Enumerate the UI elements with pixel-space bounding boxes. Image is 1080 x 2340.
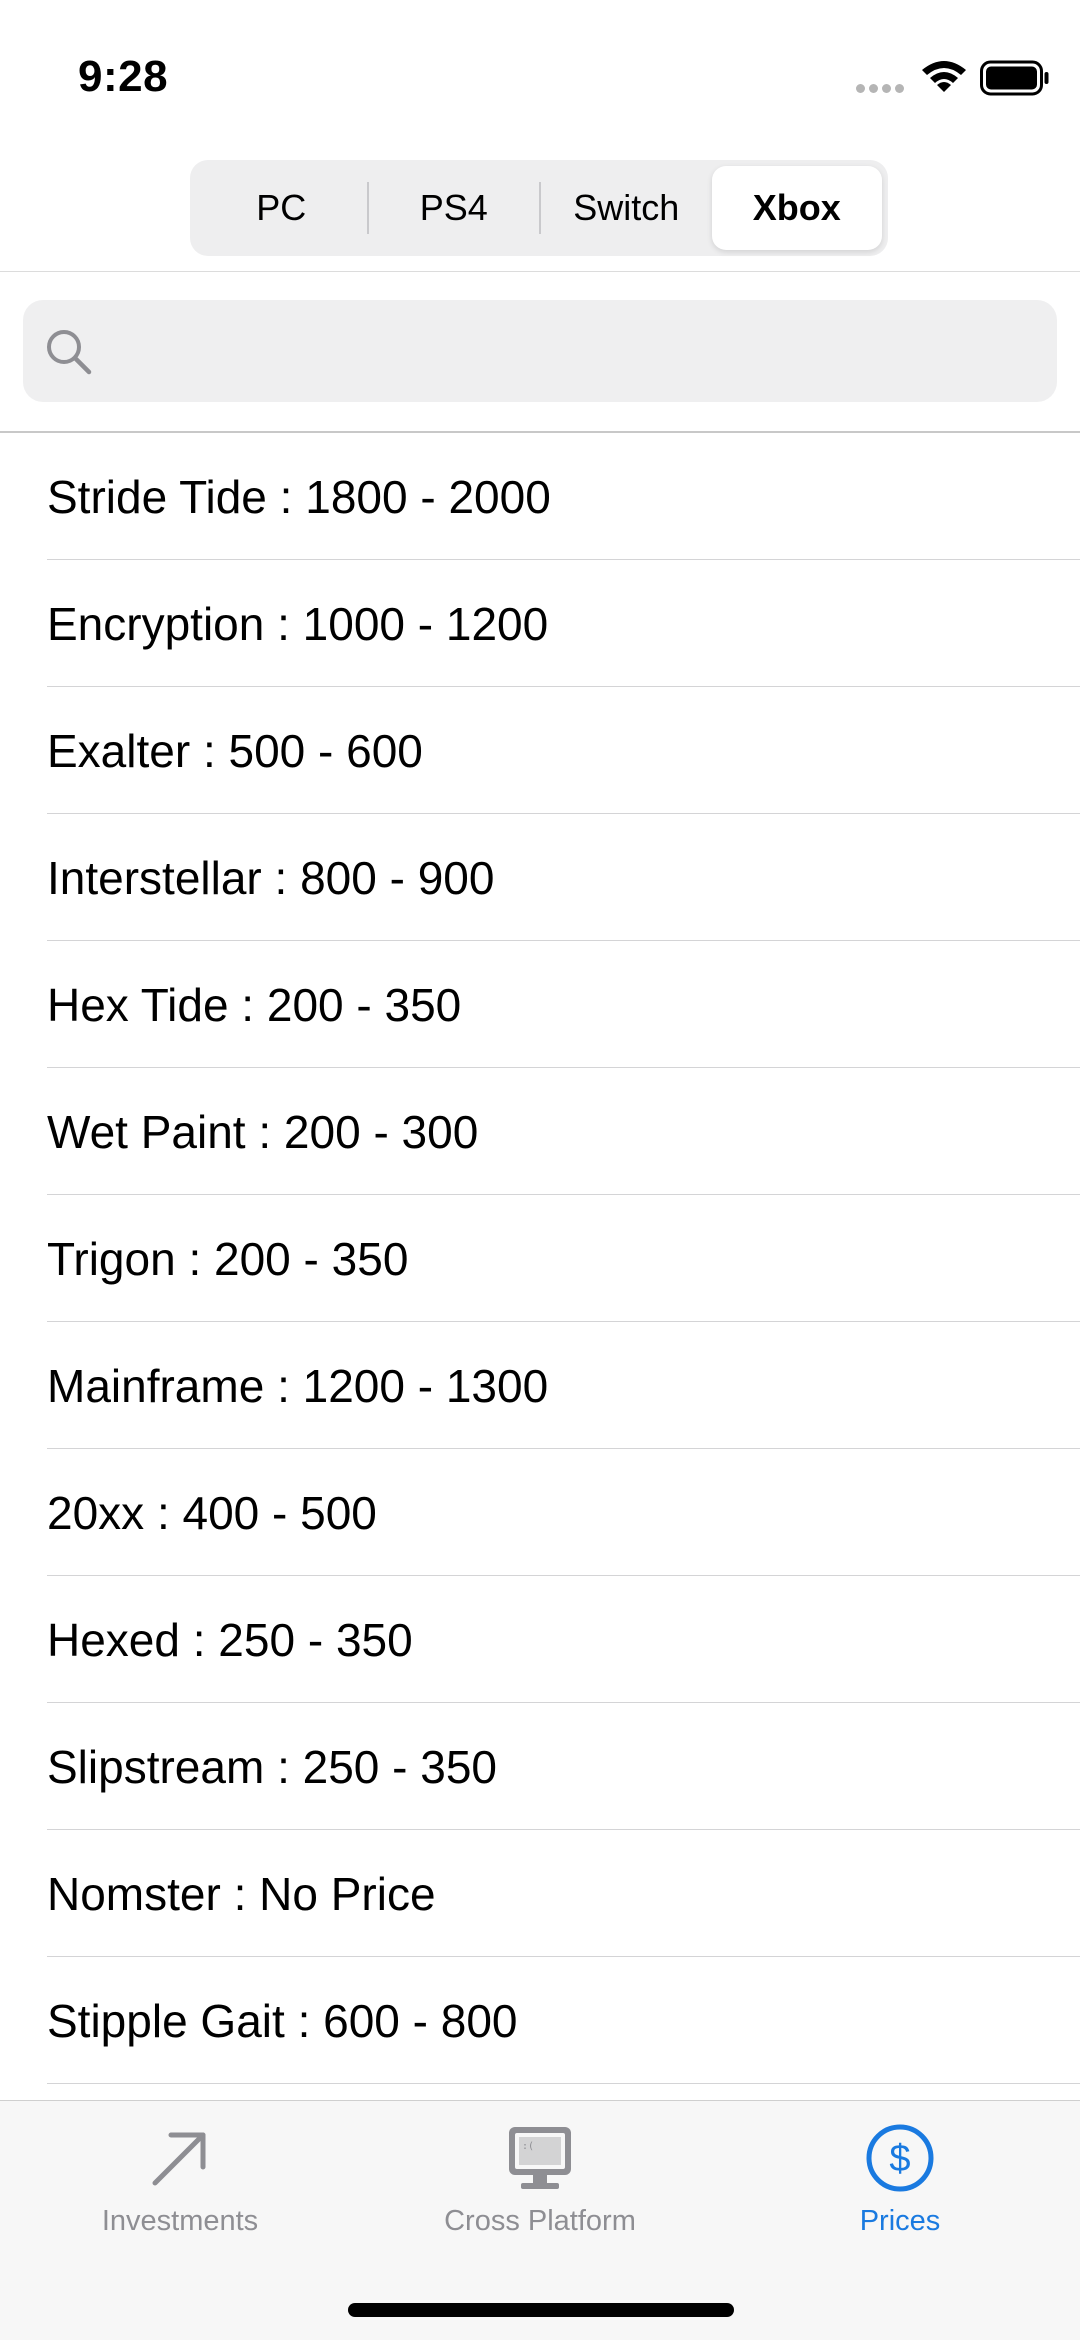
list-item[interactable]: 20xx : 400 - 500 (0, 1449, 1080, 1576)
home-indicator[interactable] (348, 2303, 734, 2317)
header-divider (0, 271, 1080, 272)
list-item[interactable]: Wet Paint : 200 - 300 (0, 1068, 1080, 1195)
list-item[interactable]: Hex Tide : 200 - 350 (0, 941, 1080, 1068)
price-list: Stride Tide : 1800 - 2000 Encryption : 1… (0, 433, 1080, 2084)
tab-investments[interactable]: Investments (0, 2101, 360, 2251)
segment-xbox[interactable]: Xbox (711, 166, 882, 250)
list-item[interactable]: Nomster : No Price (0, 1830, 1080, 1957)
svg-text:$: $ (889, 2138, 910, 2180)
platform-segmented-control: PC PS4 Switch Xbox (190, 160, 888, 256)
list-item[interactable]: Stipple Gait : 600 - 800 (0, 1957, 1080, 2084)
tab-label: Prices (859, 2205, 941, 2237)
battery-icon (980, 60, 1049, 96)
list-item[interactable]: Exalter : 500 - 600 (0, 687, 1080, 814)
tab-prices[interactable]: $ Prices (720, 2101, 1080, 2251)
dollar-circle-icon: $ (866, 2124, 934, 2192)
svg-text::(: :( (522, 2141, 534, 2152)
tab-label: Cross Platform (444, 2205, 636, 2237)
cellular-signal-icon (856, 84, 908, 93)
list-item[interactable]: Hexed : 250 - 350 (0, 1576, 1080, 1703)
segment-ps4[interactable]: PS4 (369, 166, 540, 250)
segment-pc[interactable]: PC (196, 166, 367, 250)
desktop-computer-icon: :( (509, 2127, 571, 2189)
list-item[interactable]: Trigon : 200 - 350 (0, 1195, 1080, 1322)
arrow-up-right-icon (152, 2132, 206, 2186)
tab-label: Investments (101, 2205, 259, 2237)
wifi-icon (922, 61, 966, 92)
status-time: 9:28 (78, 52, 169, 101)
search-input[interactable] (23, 300, 1057, 402)
status-bar: 9:28 (0, 0, 1080, 150)
segment-switch[interactable]: Switch (541, 166, 712, 250)
search-icon (47, 330, 92, 375)
list-item[interactable]: Slipstream : 250 - 350 (0, 1703, 1080, 1830)
list-item[interactable]: Interstellar : 800 - 900 (0, 814, 1080, 941)
list-item[interactable]: Encryption : 1000 - 1200 (0, 560, 1080, 687)
tab-cross-platform[interactable]: :( Cross Platform (360, 2101, 720, 2251)
list-item[interactable]: Stride Tide : 1800 - 2000 (0, 433, 1080, 560)
tab-bar: Investments :( Cross Platform $ Prices (0, 2100, 1080, 2340)
list-item[interactable]: Mainframe : 1200 - 1300 (0, 1322, 1080, 1449)
